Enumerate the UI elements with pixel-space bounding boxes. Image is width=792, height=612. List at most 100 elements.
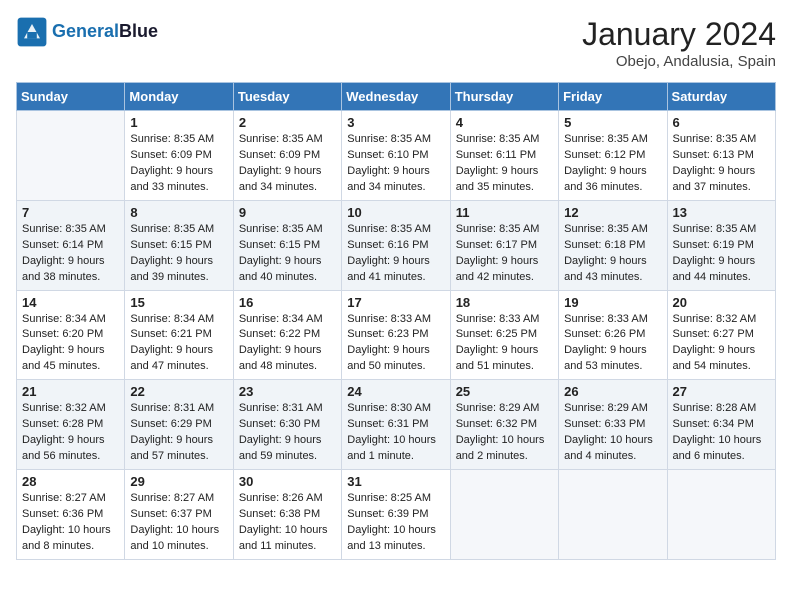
day-number: 27 (673, 384, 770, 399)
day-info: Sunrise: 8:32 AMSunset: 6:27 PMDaylight:… (673, 312, 770, 376)
calendar-cell: 21 Sunrise: 8:32 AMSunset: 6:28 PMDayligh… (17, 380, 125, 470)
day-info: Sunrise: 8:35 AMSunset: 6:09 PMDaylight:… (239, 132, 336, 196)
calendar-cell: 1Sunrise: 8:35 AMSunset: 6:09 PMDaylight… (125, 111, 233, 201)
day-number: 15 (130, 295, 227, 310)
calendar-cell (667, 470, 775, 560)
day-info: Sunrise: 8:30 AMSunset: 6:31 PMDaylight:… (347, 401, 444, 465)
day-info: Sunrise: 8:34 AMSunset: 6:20 PMDaylight:… (22, 312, 119, 376)
calendar-cell: 16Sunrise: 8:34 AMSunset: 6:22 PMDayligh… (233, 290, 341, 380)
day-info: Sunrise: 8:33 AMSunset: 6:25 PMDaylight:… (456, 312, 553, 376)
calendar-cell: 27 Sunrise: 8:28 AMSunset: 6:34 PMDayligh… (667, 380, 775, 470)
calendar-cell: 30 Sunrise: 8:26 AMSunset: 6:38 PMDayligh… (233, 470, 341, 560)
weekday-header: Wednesday (342, 83, 450, 111)
day-info: Sunrise: 8:33 AMSunset: 6:23 PMDaylight:… (347, 312, 444, 376)
day-info: Sunrise: 8:33 AMSunset: 6:26 PMDaylight:… (564, 312, 661, 376)
day-number: 23 (239, 384, 336, 399)
calendar-cell: 11 Sunrise: 8:35 AMSunset: 6:17 PMDayligh… (450, 200, 558, 290)
day-number: 8 (130, 205, 227, 220)
day-number: 20 (673, 295, 770, 310)
calendar-cell: 15 Sunrise: 8:34 AMSunset: 6:21 PMDayligh… (125, 290, 233, 380)
logo-text2: Blue (119, 21, 158, 41)
weekday-header: Monday (125, 83, 233, 111)
calendar-cell: 31 Sunrise: 8:25 AMSunset: 6:39 PMDayligh… (342, 470, 450, 560)
title-block: January 2024 Obejo, Andalusia, Spain (582, 16, 776, 70)
calendar-cell: 9 Sunrise: 8:35 AMSunset: 6:15 PMDaylight… (233, 200, 341, 290)
day-info: Sunrise: 8:35 AMSunset: 6:15 PMDaylight:… (239, 222, 336, 286)
month-title: January 2024 (582, 16, 776, 53)
day-number: 24 (347, 384, 444, 399)
day-info: Sunrise: 8:35 AMSunset: 6:10 PMDaylight:… (347, 132, 444, 196)
weekday-header: Tuesday (233, 83, 341, 111)
day-number: 30 (239, 474, 336, 489)
calendar-cell: 25Sunrise: 8:29 AMSunset: 6:32 PMDayligh… (450, 380, 558, 470)
day-info: Sunrise: 8:34 AMSunset: 6:21 PMDaylight:… (130, 312, 227, 376)
calendar-cell: 8Sunrise: 8:35 AMSunset: 6:15 PMDaylight… (125, 200, 233, 290)
day-info: Sunrise: 8:26 AMSunset: 6:38 PMDaylight:… (239, 491, 336, 555)
weekday-header: Saturday (667, 83, 775, 111)
day-number: 17 (347, 295, 444, 310)
day-info: Sunrise: 8:29 AMSunset: 6:33 PMDaylight:… (564, 401, 661, 465)
calendar-cell: 13 Sunrise: 8:35 AMSunset: 6:19 PMDayligh… (667, 200, 775, 290)
calendar-cell: 26 Sunrise: 8:29 AMSunset: 6:33 PMDayligh… (559, 380, 667, 470)
day-number: 6 (673, 115, 770, 130)
calendar-week-row: 21 Sunrise: 8:32 AMSunset: 6:28 PMDayligh… (17, 380, 776, 470)
day-number: 7 (22, 205, 119, 220)
calendar-cell: 22 Sunrise: 8:31 AMSunset: 6:29 PMDayligh… (125, 380, 233, 470)
day-number: 14 (22, 295, 119, 310)
calendar-cell: 28 Sunrise: 8:27 AMSunset: 6:36 PMDayligh… (17, 470, 125, 560)
day-number: 5 (564, 115, 661, 130)
weekday-header: Sunday (17, 83, 125, 111)
location: Obejo, Andalusia, Spain (582, 53, 776, 70)
day-info: Sunrise: 8:27 AMSunset: 6:37 PMDaylight:… (130, 491, 227, 555)
calendar-week-row: 7Sunrise: 8:35 AMSunset: 6:14 PMDaylight… (17, 200, 776, 290)
calendar-cell (450, 470, 558, 560)
day-number: 11 (456, 205, 553, 220)
day-info: Sunrise: 8:25 AMSunset: 6:39 PMDaylight:… (347, 491, 444, 555)
calendar-cell: 12Sunrise: 8:35 AMSunset: 6:18 PMDayligh… (559, 200, 667, 290)
logo: GeneralBlue (16, 16, 158, 48)
calendar-cell: 5Sunrise: 8:35 AMSunset: 6:12 PMDaylight… (559, 111, 667, 201)
weekday-header-row: SundayMondayTuesdayWednesdayThursdayFrid… (17, 83, 776, 111)
calendar-cell: 23 Sunrise: 8:31 AMSunset: 6:30 PMDayligh… (233, 380, 341, 470)
day-number: 21 (22, 384, 119, 399)
day-info: Sunrise: 8:27 AMSunset: 6:36 PMDaylight:… (22, 491, 119, 555)
calendar-cell: 4Sunrise: 8:35 AMSunset: 6:11 PMDaylight… (450, 111, 558, 201)
day-number: 28 (22, 474, 119, 489)
calendar-cell: 19 Sunrise: 8:33 AMSunset: 6:26 PMDayligh… (559, 290, 667, 380)
day-info: Sunrise: 8:34 AMSunset: 6:22 PMDaylight:… (239, 312, 336, 376)
day-info: Sunrise: 8:35 AMSunset: 6:18 PMDaylight:… (564, 222, 661, 286)
day-number: 31 (347, 474, 444, 489)
calendar-table: SundayMondayTuesdayWednesdayThursdayFrid… (16, 82, 776, 560)
day-number: 13 (673, 205, 770, 220)
calendar-cell (559, 470, 667, 560)
day-info: Sunrise: 8:35 AMSunset: 6:17 PMDaylight:… (456, 222, 553, 286)
day-info: Sunrise: 8:35 AMSunset: 6:13 PMDaylight:… (673, 132, 770, 196)
day-number: 26 (564, 384, 661, 399)
page-header: GeneralBlue January 2024 Obejo, Andalusi… (16, 16, 776, 70)
day-info: Sunrise: 8:31 AMSunset: 6:30 PMDaylight:… (239, 401, 336, 465)
calendar-cell (17, 111, 125, 201)
day-number: 29 (130, 474, 227, 489)
day-number: 18 (456, 295, 553, 310)
day-info: Sunrise: 8:32 AMSunset: 6:28 PMDaylight:… (22, 401, 119, 465)
calendar-cell: 14 Sunrise: 8:34 AMSunset: 6:20 PMDayligh… (17, 290, 125, 380)
calendar-cell: 18 Sunrise: 8:33 AMSunset: 6:25 PMDayligh… (450, 290, 558, 380)
day-number: 9 (239, 205, 336, 220)
day-info: Sunrise: 8:28 AMSunset: 6:34 PMDaylight:… (673, 401, 770, 465)
day-info: Sunrise: 8:29 AMSunset: 6:32 PMDaylight:… (456, 401, 553, 465)
calendar-week-row: 28 Sunrise: 8:27 AMSunset: 6:36 PMDayligh… (17, 470, 776, 560)
day-info: Sunrise: 8:35 AMSunset: 6:16 PMDaylight:… (347, 222, 444, 286)
calendar-cell: 2Sunrise: 8:35 AMSunset: 6:09 PMDaylight… (233, 111, 341, 201)
day-number: 22 (130, 384, 227, 399)
calendar-cell: 24 Sunrise: 8:30 AMSunset: 6:31 PMDayligh… (342, 380, 450, 470)
calendar-cell: 29 Sunrise: 8:27 AMSunset: 6:37 PMDayligh… (125, 470, 233, 560)
day-number: 3 (347, 115, 444, 130)
calendar-cell: 7Sunrise: 8:35 AMSunset: 6:14 PMDaylight… (17, 200, 125, 290)
day-number: 4 (456, 115, 553, 130)
day-number: 19 (564, 295, 661, 310)
day-info: Sunrise: 8:31 AMSunset: 6:29 PMDaylight:… (130, 401, 227, 465)
calendar-week-row: 14 Sunrise: 8:34 AMSunset: 6:20 PMDayligh… (17, 290, 776, 380)
day-number: 10 (347, 205, 444, 220)
day-info: Sunrise: 8:35 AMSunset: 6:19 PMDaylight:… (673, 222, 770, 286)
weekday-header: Thursday (450, 83, 558, 111)
